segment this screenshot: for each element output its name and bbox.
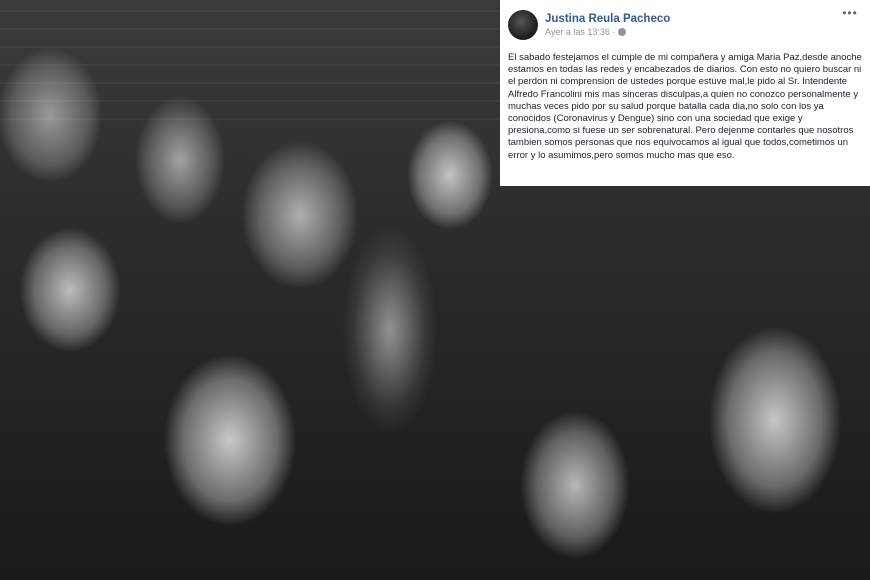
news-image: Justina Reula Pacheco Ayer a las 13:36 ·…	[0, 0, 870, 580]
post-timestamp[interactable]: Ayer a las 13:36 ·	[545, 26, 615, 38]
post-header: Justina Reula Pacheco Ayer a las 13:36 ·…	[508, 7, 860, 42]
post-meta: Justina Reula Pacheco Ayer a las 13:36 ·	[545, 12, 840, 38]
post-timestamp-row: Ayer a las 13:36 ·	[545, 26, 840, 38]
more-horizontal-icon[interactable]: •••	[840, 7, 860, 28]
post-body-text: El sabado festejamos el cumple de mi com…	[508, 52, 862, 161]
brick-wall-background	[0, 0, 520, 120]
facebook-post-screenshot: Justina Reula Pacheco Ayer a las 13:36 ·…	[500, 0, 870, 186]
globe-icon	[618, 28, 627, 36]
avatar[interactable]	[508, 10, 538, 40]
author-name-link[interactable]: Justina Reula Pacheco	[545, 12, 840, 26]
